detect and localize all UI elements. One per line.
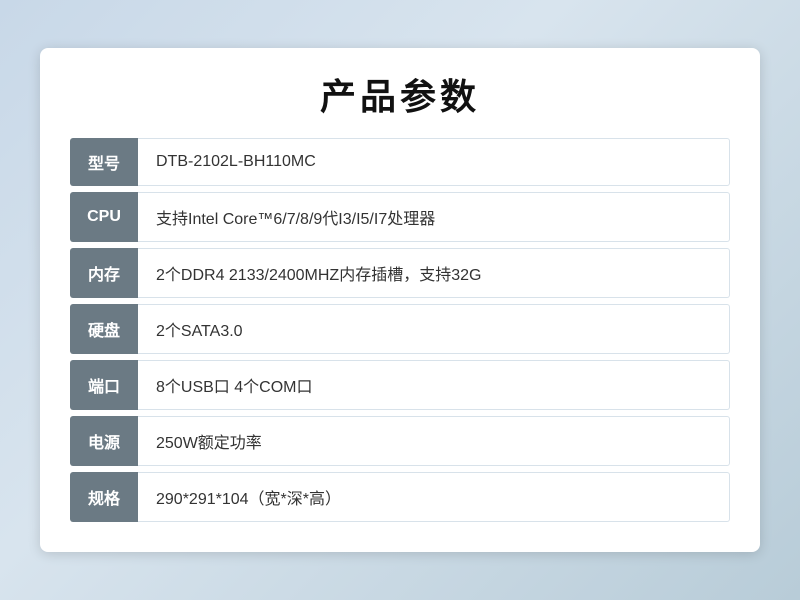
spec-value-4: 8个USB口 4个COM口 xyxy=(138,360,730,410)
table-row: 型号DTB-2102L-BH110MC xyxy=(70,138,730,186)
spec-label-5: 电源 xyxy=(70,416,138,466)
spec-label-1: CPU xyxy=(70,192,138,242)
spec-value-6: 290*291*104（宽*深*高） xyxy=(138,472,730,522)
spec-label-3: 硬盘 xyxy=(70,304,138,354)
spec-table: 型号DTB-2102L-BH110MCCPU支持Intel Core™6/7/8… xyxy=(70,138,730,522)
table-row: 硬盘2个SATA3.0 xyxy=(70,304,730,354)
spec-label-2: 内存 xyxy=(70,248,138,298)
spec-label-4: 端口 xyxy=(70,360,138,410)
table-row: 规格290*291*104（宽*深*高） xyxy=(70,472,730,522)
spec-value-1: 支持Intel Core™6/7/8/9代I3/I5/I7处理器 xyxy=(138,192,730,242)
spec-value-2: 2个DDR4 2133/2400MHZ内存插槽，支持32G xyxy=(138,248,730,298)
table-row: 电源250W额定功率 xyxy=(70,416,730,466)
spec-value-5: 250W额定功率 xyxy=(138,416,730,466)
table-row: CPU支持Intel Core™6/7/8/9代I3/I5/I7处理器 xyxy=(70,192,730,242)
table-row: 内存2个DDR4 2133/2400MHZ内存插槽，支持32G xyxy=(70,248,730,298)
page-title: 产品参数 xyxy=(70,68,730,120)
product-spec-card: 产品参数 型号DTB-2102L-BH110MCCPU支持Intel Core™… xyxy=(40,48,760,552)
spec-label-0: 型号 xyxy=(70,138,138,186)
spec-value-3: 2个SATA3.0 xyxy=(138,304,730,354)
table-row: 端口8个USB口 4个COM口 xyxy=(70,360,730,410)
spec-label-6: 规格 xyxy=(70,472,138,522)
spec-value-0: DTB-2102L-BH110MC xyxy=(138,138,730,186)
